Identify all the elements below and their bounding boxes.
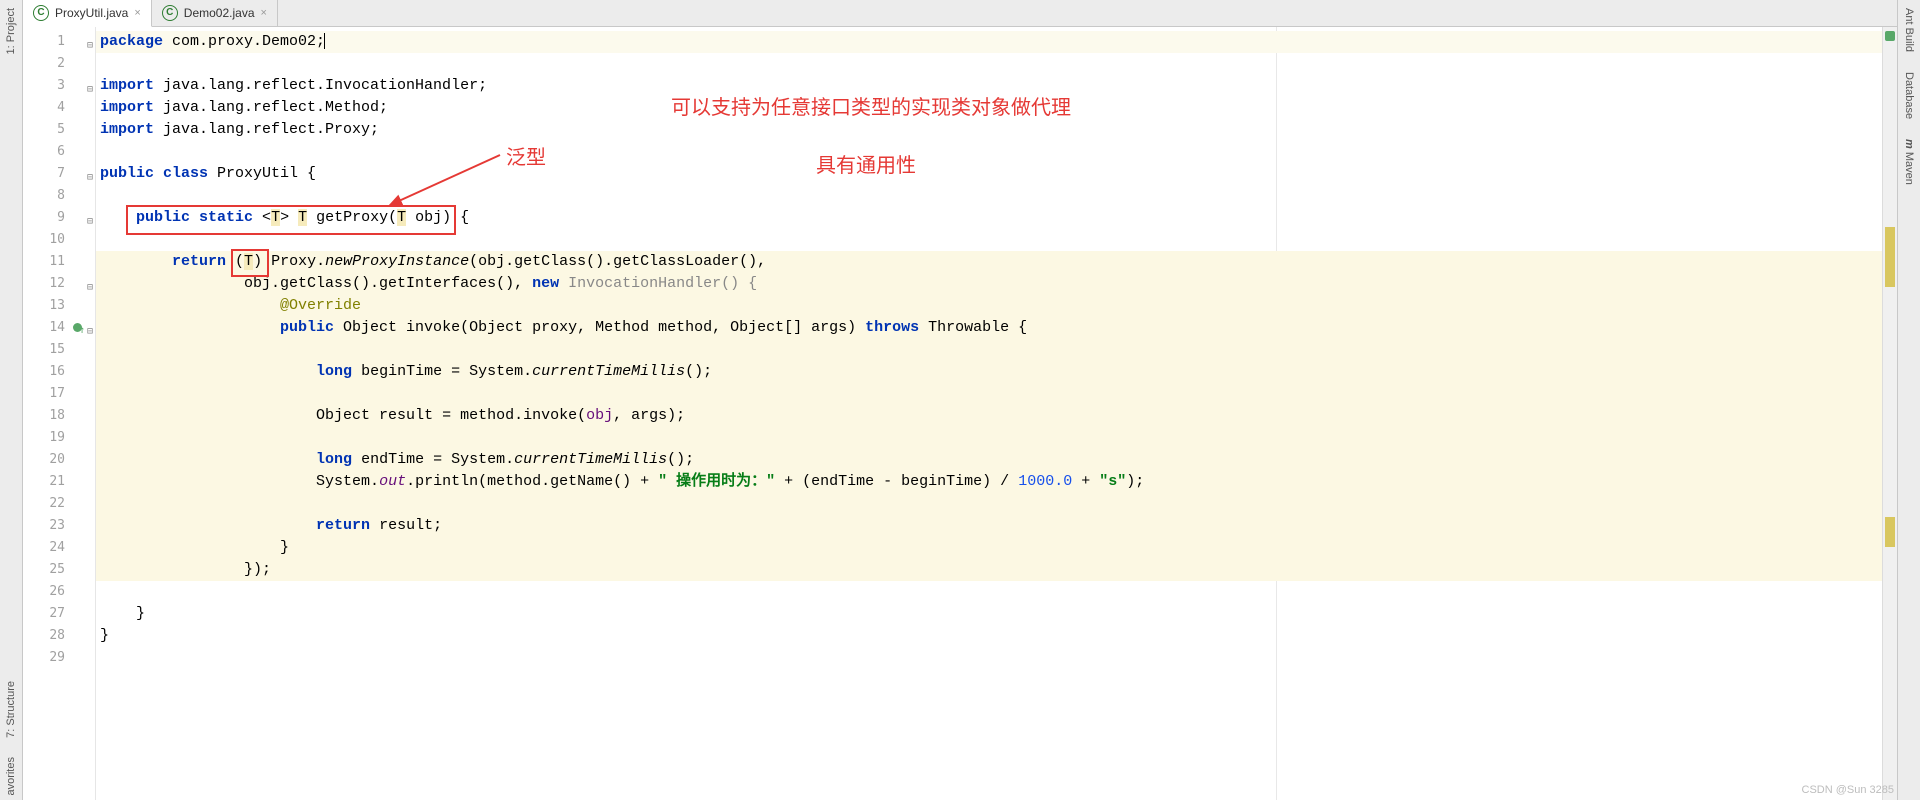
editor-tabs: C ProxyUtil.java × C Demo02.java ×: [23, 0, 1897, 27]
code-line: [96, 383, 1882, 405]
close-icon[interactable]: ×: [134, 7, 140, 19]
editor-area: C ProxyUtil.java × C Demo02.java × 1⊟23⊟…: [23, 0, 1897, 800]
tool-database[interactable]: Database: [1903, 68, 1915, 123]
stripe-warn-mark: [1885, 227, 1895, 287]
java-class-icon: C: [162, 5, 178, 21]
tool-maven[interactable]: m Maven: [1903, 135, 1915, 189]
tool-project[interactable]: 1: Project: [5, 4, 17, 58]
right-tool-strip: Ant Build Database m Maven: [1897, 0, 1920, 800]
code-text[interactable]: package com.proxy.Demo02; import java.la…: [96, 27, 1882, 800]
code-line: [96, 185, 1882, 207]
code-line: [96, 229, 1882, 251]
code-line: long beginTime = System.currentTimeMilli…: [96, 361, 1882, 383]
code-line: System.out.println(method.getName() + " …: [96, 471, 1882, 493]
tool-favorites[interactable]: avorites: [5, 753, 17, 800]
close-icon[interactable]: ×: [261, 7, 267, 19]
watermark: CSDN @Sun 3285: [1802, 784, 1895, 796]
overview-ruler[interactable]: [1882, 27, 1897, 800]
code-line: obj.getClass().getInterfaces(), new Invo…: [96, 273, 1882, 295]
left-tool-strip: 1: Project 7: Structure avorites: [0, 0, 23, 800]
code-line: [96, 427, 1882, 449]
gutter[interactable]: 1⊟23⊟4567⊟89⊟101112⊟1314⊟↑15161718192021…: [23, 27, 96, 800]
code-line: public class ProxyUtil {: [96, 163, 1882, 185]
stripe-ok-icon: [1885, 31, 1895, 41]
code-line: import java.lang.reflect.Method;: [96, 97, 1882, 119]
tab-demo02[interactable]: C Demo02.java ×: [152, 0, 278, 26]
tool-ant-build[interactable]: Ant Build: [1903, 4, 1915, 56]
code-line: Object result = method.invoke(obj, args)…: [96, 405, 1882, 427]
code-line: import java.lang.reflect.InvocationHandl…: [96, 75, 1882, 97]
code-line: [96, 53, 1882, 75]
code-line: });: [96, 559, 1882, 581]
code-line: public Object invoke(Object proxy, Metho…: [96, 317, 1882, 339]
code-line: }: [96, 603, 1882, 625]
code-line: @Override: [96, 295, 1882, 317]
tool-structure[interactable]: 7: Structure: [5, 677, 17, 742]
tab-label: Demo02.java: [184, 6, 255, 20]
code-line: return result;: [96, 515, 1882, 537]
code-body: 1⊟23⊟4567⊟89⊟101112⊟1314⊟↑15161718192021…: [23, 27, 1897, 800]
code-line: long endTime = System.currentTimeMillis(…: [96, 449, 1882, 471]
code-line: [96, 647, 1882, 669]
code-line: [96, 581, 1882, 603]
code-line: }: [96, 625, 1882, 647]
code-line: }: [96, 537, 1882, 559]
code-line: [96, 339, 1882, 361]
code-line: [96, 493, 1882, 515]
tab-label: ProxyUtil.java: [55, 6, 128, 20]
stripe-warn-mark: [1885, 517, 1895, 547]
code-line: import java.lang.reflect.Proxy;: [96, 119, 1882, 141]
code-line: return (T) Proxy.newProxyInstance(obj.ge…: [96, 251, 1882, 273]
tab-proxyutil[interactable]: C ProxyUtil.java ×: [23, 0, 152, 27]
code-line: package com.proxy.Demo02;: [96, 31, 1882, 53]
code-line: public static <T> T getProxy(T obj) {: [96, 207, 1882, 229]
code-line: [96, 141, 1882, 163]
java-class-icon: C: [33, 5, 49, 21]
